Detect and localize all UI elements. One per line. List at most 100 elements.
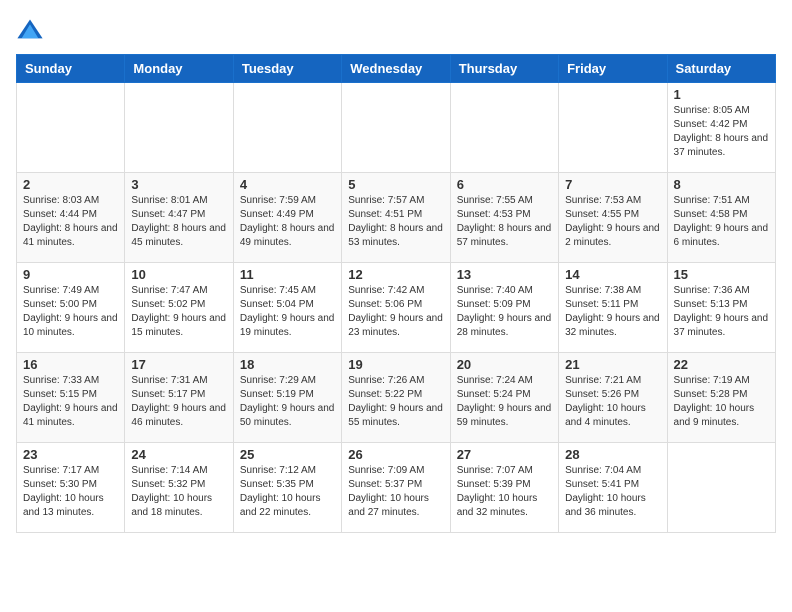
day-info: Sunrise: 7:45 AM Sunset: 5:04 PM Dayligh…	[240, 284, 335, 340]
day-info: Sunrise: 7:31 AM Sunset: 5:17 PM Dayligh…	[131, 374, 226, 430]
calendar-cell: 10Sunrise: 7:47 AM Sunset: 5:02 PM Dayli…	[125, 263, 233, 353]
calendar-cell: 13 Sunrise: 7:40 AM Sunset: 5:09 PM Dayli…	[450, 263, 558, 353]
day-number: 23	[23, 447, 118, 462]
day-number: 11	[240, 267, 335, 282]
calendar: SundayMondayTuesdayWednesdayThursdayFrid…	[16, 54, 776, 533]
calendar-week-2: 2 Sunrise: 8:03 AM Sunset: 4:44 PM Daylig…	[17, 173, 776, 263]
day-info: Sunrise: 7:09 AM Sunset: 5:37 PM Dayligh…	[348, 464, 443, 520]
calendar-cell: 19Sunrise: 7:26 AM Sunset: 5:22 PM Dayli…	[342, 353, 450, 443]
day-info: Sunrise: 7:47 AM Sunset: 5:02 PM Dayligh…	[131, 284, 226, 340]
calendar-cell: 18 Sunrise: 7:29 AM Sunset: 5:19 PM Dayli…	[233, 353, 341, 443]
calendar-cell	[342, 83, 450, 173]
calendar-cell: 27 Sunrise: 7:07 AM Sunset: 5:39 PM Dayli…	[450, 443, 558, 533]
day-info: Sunrise: 7:17 AM Sunset: 5:30 PM Dayligh…	[23, 464, 118, 520]
day-number: 12	[348, 267, 443, 282]
day-number: 27	[457, 447, 552, 462]
calendar-cell	[233, 83, 341, 173]
calendar-header-row: SundayMondayTuesdayWednesdayThursdayFrid…	[17, 55, 776, 83]
day-number: 16	[23, 357, 118, 372]
day-info: Sunrise: 7:24 AM Sunset: 5:24 PM Dayligh…	[457, 374, 552, 430]
calendar-week-4: 16 Sunrise: 7:33 AM Sunset: 5:15 PM Dayli…	[17, 353, 776, 443]
calendar-cell: 16 Sunrise: 7:33 AM Sunset: 5:15 PM Dayli…	[17, 353, 125, 443]
calendar-cell	[125, 83, 233, 173]
day-info: Sunrise: 7:21 AM Sunset: 5:26 PM Dayligh…	[565, 374, 660, 430]
day-number: 7	[565, 177, 660, 192]
calendar-cell: 21 Sunrise: 7:21 AM Sunset: 5:26 PM Dayli…	[559, 353, 667, 443]
day-of-week-saturday: Saturday	[667, 55, 775, 83]
day-number: 1	[674, 87, 769, 102]
day-info: Sunrise: 7:38 AM Sunset: 5:11 PM Dayligh…	[565, 284, 660, 340]
day-number: 6	[457, 177, 552, 192]
day-of-week-thursday: Thursday	[450, 55, 558, 83]
day-number: 8	[674, 177, 769, 192]
day-of-week-tuesday: Tuesday	[233, 55, 341, 83]
day-info: Sunrise: 7:53 AM Sunset: 4:55 PM Dayligh…	[565, 194, 660, 250]
day-number: 5	[348, 177, 443, 192]
day-info: Sunrise: 8:01 AM Sunset: 4:47 PM Dayligh…	[131, 194, 226, 250]
day-number: 4	[240, 177, 335, 192]
day-info: Sunrise: 7:26 AM Sunset: 5:22 PM Dayligh…	[348, 374, 443, 430]
day-number: 14	[565, 267, 660, 282]
day-number: 25	[240, 447, 335, 462]
calendar-cell: 7 Sunrise: 7:53 AM Sunset: 4:55 PM Daylig…	[559, 173, 667, 263]
day-info: Sunrise: 7:33 AM Sunset: 5:15 PM Dayligh…	[23, 374, 118, 430]
day-number: 15	[674, 267, 769, 282]
logo	[16, 16, 48, 44]
calendar-cell: 14 Sunrise: 7:38 AM Sunset: 5:11 PM Dayli…	[559, 263, 667, 353]
day-number: 3	[131, 177, 226, 192]
day-number: 26	[348, 447, 443, 462]
calendar-week-1: 1 Sunrise: 8:05 AM Sunset: 4:42 PM Daylig…	[17, 83, 776, 173]
day-number: 18	[240, 357, 335, 372]
day-info: Sunrise: 7:59 AM Sunset: 4:49 PM Dayligh…	[240, 194, 335, 250]
day-number: 24	[131, 447, 226, 462]
calendar-cell: 6 Sunrise: 7:55 AM Sunset: 4:53 PM Daylig…	[450, 173, 558, 263]
calendar-cell: 1 Sunrise: 8:05 AM Sunset: 4:42 PM Daylig…	[667, 83, 775, 173]
day-number: 13	[457, 267, 552, 282]
calendar-cell: 26 Sunrise: 7:09 AM Sunset: 5:37 PM Dayli…	[342, 443, 450, 533]
calendar-cell: 8 Sunrise: 7:51 AM Sunset: 4:58 PM Daylig…	[667, 173, 775, 263]
calendar-cell: 20 Sunrise: 7:24 AM Sunset: 5:24 PM Dayli…	[450, 353, 558, 443]
logo-icon	[16, 16, 44, 44]
day-number: 22	[674, 357, 769, 372]
calendar-cell: 2 Sunrise: 8:03 AM Sunset: 4:44 PM Daylig…	[17, 173, 125, 263]
day-info: Sunrise: 7:29 AM Sunset: 5:19 PM Dayligh…	[240, 374, 335, 430]
calendar-cell	[559, 83, 667, 173]
day-info: Sunrise: 7:07 AM Sunset: 5:39 PM Dayligh…	[457, 464, 552, 520]
day-info: Sunrise: 7:04 AM Sunset: 5:41 PM Dayligh…	[565, 464, 660, 520]
day-of-week-friday: Friday	[559, 55, 667, 83]
calendar-cell: 15 Sunrise: 7:36 AM Sunset: 5:13 PM Dayli…	[667, 263, 775, 353]
calendar-cell: 28 Sunrise: 7:04 AM Sunset: 5:41 PM Dayli…	[559, 443, 667, 533]
calendar-cell: 3 Sunrise: 8:01 AM Sunset: 4:47 PM Daylig…	[125, 173, 233, 263]
day-info: Sunrise: 7:19 AM Sunset: 5:28 PM Dayligh…	[674, 374, 769, 430]
day-info: Sunrise: 8:05 AM Sunset: 4:42 PM Dayligh…	[674, 104, 769, 160]
calendar-cell: 9 Sunrise: 7:49 AM Sunset: 5:00 PM Daylig…	[17, 263, 125, 353]
day-info: Sunrise: 7:51 AM Sunset: 4:58 PM Dayligh…	[674, 194, 769, 250]
calendar-cell: 23 Sunrise: 7:17 AM Sunset: 5:30 PM Dayli…	[17, 443, 125, 533]
day-info: Sunrise: 7:14 AM Sunset: 5:32 PM Dayligh…	[131, 464, 226, 520]
day-info: Sunrise: 8:03 AM Sunset: 4:44 PM Dayligh…	[23, 194, 118, 250]
day-of-week-wednesday: Wednesday	[342, 55, 450, 83]
calendar-cell	[667, 443, 775, 533]
calendar-cell	[17, 83, 125, 173]
calendar-cell: 25 Sunrise: 7:12 AM Sunset: 5:35 PM Dayli…	[233, 443, 341, 533]
day-info: Sunrise: 7:55 AM Sunset: 4:53 PM Dayligh…	[457, 194, 552, 250]
day-number: 28	[565, 447, 660, 462]
day-number: 20	[457, 357, 552, 372]
calendar-cell: 17Sunrise: 7:31 AM Sunset: 5:17 PM Dayli…	[125, 353, 233, 443]
page-header	[16, 16, 776, 44]
calendar-cell: 5Sunrise: 7:57 AM Sunset: 4:51 PM Daylig…	[342, 173, 450, 263]
day-info: Sunrise: 7:36 AM Sunset: 5:13 PM Dayligh…	[674, 284, 769, 340]
day-number: 9	[23, 267, 118, 282]
calendar-cell	[450, 83, 558, 173]
day-info: Sunrise: 7:42 AM Sunset: 5:06 PM Dayligh…	[348, 284, 443, 340]
day-info: Sunrise: 7:49 AM Sunset: 5:00 PM Dayligh…	[23, 284, 118, 340]
calendar-week-3: 9 Sunrise: 7:49 AM Sunset: 5:00 PM Daylig…	[17, 263, 776, 353]
day-number: 21	[565, 357, 660, 372]
day-number: 2	[23, 177, 118, 192]
calendar-cell: 4 Sunrise: 7:59 AM Sunset: 4:49 PM Daylig…	[233, 173, 341, 263]
calendar-cell: 22 Sunrise: 7:19 AM Sunset: 5:28 PM Dayli…	[667, 353, 775, 443]
day-info: Sunrise: 7:12 AM Sunset: 5:35 PM Dayligh…	[240, 464, 335, 520]
day-of-week-monday: Monday	[125, 55, 233, 83]
day-info: Sunrise: 7:40 AM Sunset: 5:09 PM Dayligh…	[457, 284, 552, 340]
calendar-week-5: 23 Sunrise: 7:17 AM Sunset: 5:30 PM Dayli…	[17, 443, 776, 533]
